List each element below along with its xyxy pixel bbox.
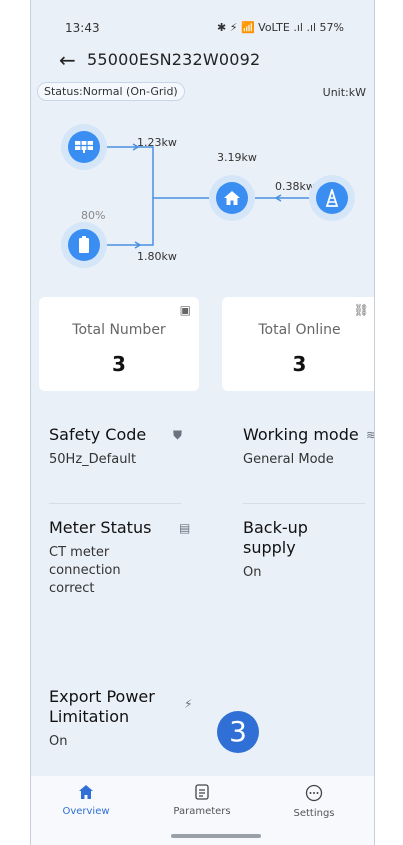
unit-label: Unit:kW	[322, 86, 366, 99]
grid-export-icon: ⚡	[184, 697, 193, 711]
tab-settings[interactable]: Settings	[269, 784, 359, 819]
working-mode-value: General Mode	[243, 452, 334, 467]
step-number-badge: 3	[217, 711, 259, 753]
document-icon	[157, 784, 247, 806]
status-indicators: ✱ ⚡ 📶 VoLTE .ıl .ıl 57%	[217, 21, 344, 34]
solar-panel-icon	[68, 131, 100, 163]
device-list-icon: ▣	[179, 303, 191, 317]
working-mode-item: Working mode General Mode ≋	[243, 425, 374, 469]
divider	[49, 503, 181, 504]
status-bar: 13:43 ✱ ⚡ 📶 VoLTE .ıl .ıl 57%	[31, 0, 374, 38]
battery-icon	[68, 229, 100, 261]
home-node[interactable]	[209, 175, 255, 221]
safety-code-value: 50Hz_Default	[49, 452, 137, 467]
tab-parameters-label: Parameters	[173, 806, 231, 817]
grid-tower-node[interactable]	[309, 175, 355, 221]
battery-outlet-icon: ▦	[373, 532, 374, 546]
battery-soc-label: 80%	[81, 209, 106, 222]
battery-node[interactable]	[61, 222, 107, 268]
total-number-value: 3	[112, 352, 126, 376]
total-online-card[interactable]: ⛓ Total Online 3	[222, 297, 374, 391]
link-icon: ⛓	[353, 303, 369, 317]
grid-tower-icon	[316, 182, 348, 214]
home-power-label: 3.19kw	[217, 151, 257, 164]
home-icon	[41, 784, 131, 806]
battery-power-label: 1.80kw	[137, 250, 177, 263]
total-number-card[interactable]: ▣ Total Number 3	[39, 297, 199, 391]
back-arrow-icon[interactable]: ←	[59, 48, 76, 72]
export-power-limitation-value: On	[49, 734, 68, 749]
shield-icon: ⛊	[173, 428, 183, 442]
total-online-value: 3	[292, 352, 307, 376]
backup-supply-label: Back-up supply	[243, 518, 308, 557]
solar-panel-node[interactable]	[61, 124, 107, 170]
meter-status-item: Meter Status CT meter connection correct…	[49, 518, 199, 598]
meter-status-label: Meter Status	[49, 518, 152, 537]
tab-overview[interactable]: Overview	[41, 784, 131, 817]
status-badge: Status:Normal (On-Grid)	[37, 82, 185, 101]
app-frame: 13:43 ✱ ⚡ 📶 VoLTE .ıl .ıl 57% ← 55000ESN…	[30, 0, 375, 845]
energy-flow-diagram: 1.23kw 3.19kw 0.38kw 80% 1.80kw	[31, 100, 374, 300]
backup-supply-value: On	[243, 565, 262, 580]
pv-power-label: 1.23kw	[137, 136, 177, 149]
divider	[243, 503, 365, 504]
safety-code-item: Safety Code 50Hz_Default ⛊	[49, 425, 199, 469]
total-online-label: Total Online	[258, 322, 341, 338]
export-power-limitation-label: Export Power Limitation	[49, 687, 155, 726]
clock: 13:43	[65, 21, 100, 35]
total-number-label: Total Number	[72, 322, 166, 338]
working-mode-label: Working mode	[243, 425, 359, 444]
export-power-limitation-item: Export Power Limitation On ⚡	[49, 687, 199, 751]
device-serial-title: 55000ESN232W0092	[87, 50, 261, 69]
tab-parameters[interactable]: Parameters	[157, 784, 247, 817]
tab-overview-label: Overview	[62, 806, 110, 817]
meter-icon: ▤	[179, 521, 191, 535]
more-icon	[269, 784, 359, 808]
top-bar: ← 55000ESN232W0092	[31, 40, 374, 76]
layers-icon: ≋	[366, 428, 374, 442]
home-icon	[216, 182, 248, 214]
tab-settings-label: Settings	[293, 808, 335, 819]
meter-status-value: CT meter connection correct	[49, 545, 121, 596]
backup-supply-item: Back-up supply On ▦	[243, 518, 374, 582]
home-indicator[interactable]	[171, 834, 261, 838]
